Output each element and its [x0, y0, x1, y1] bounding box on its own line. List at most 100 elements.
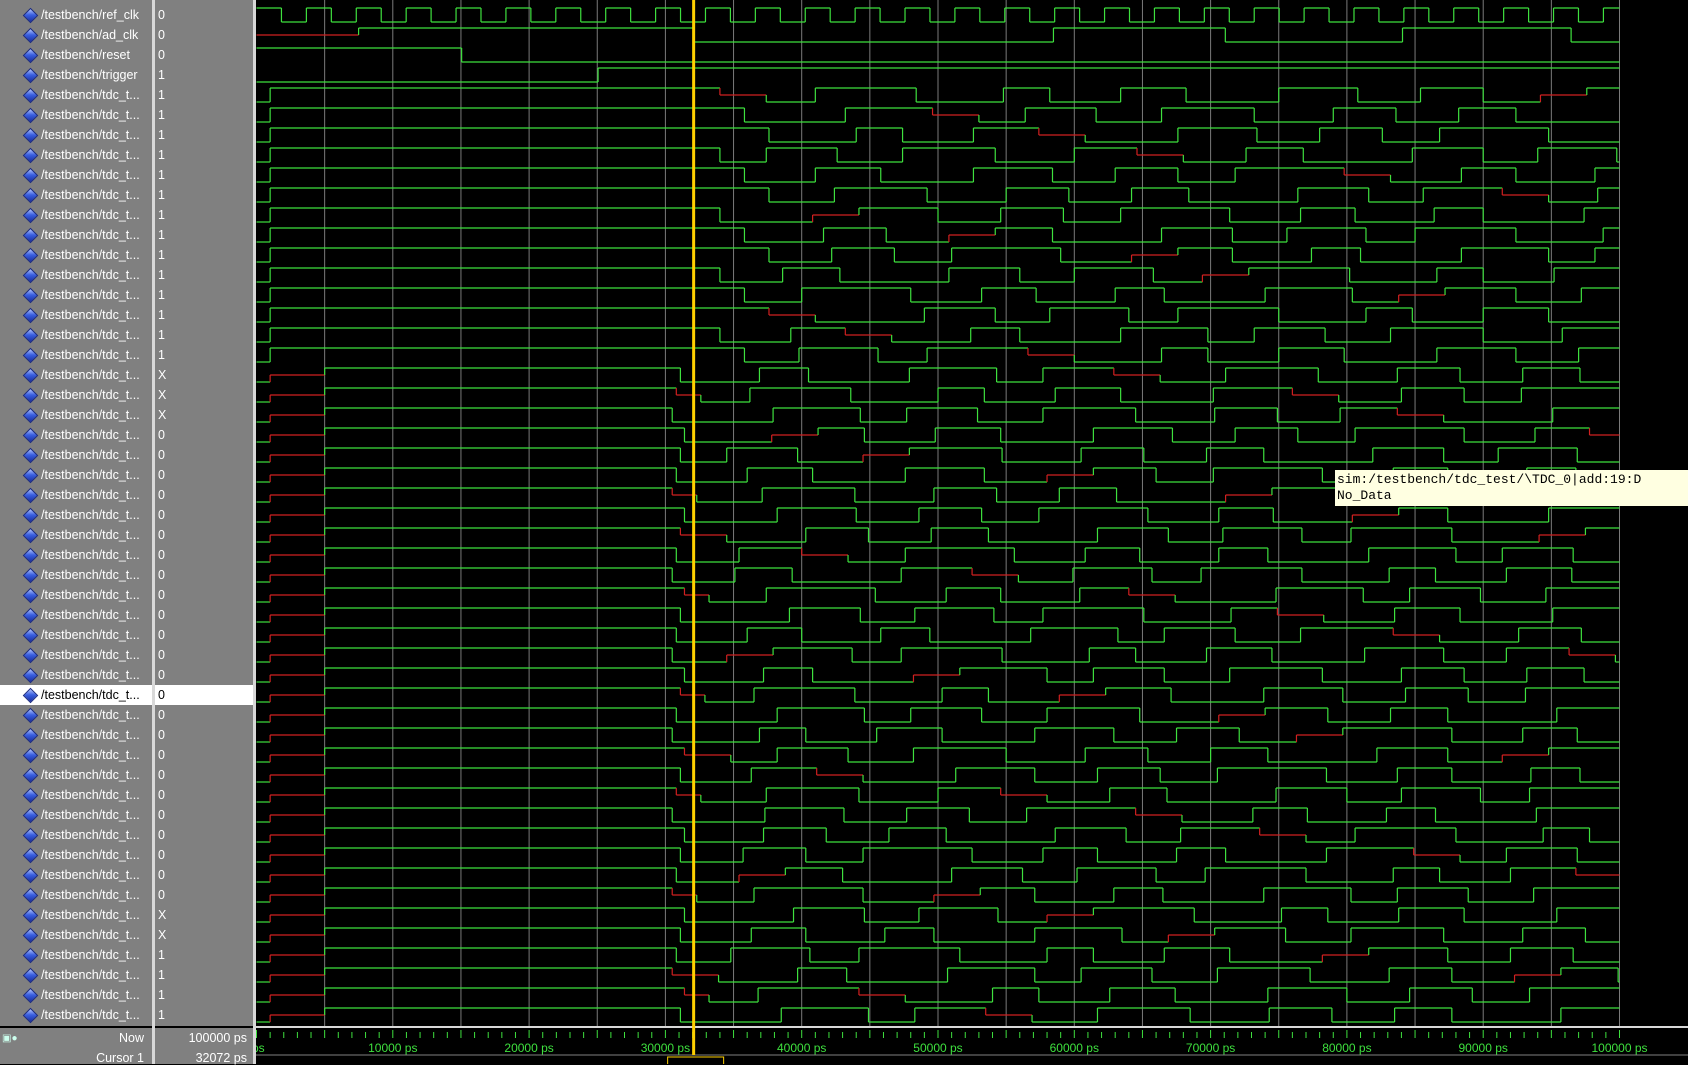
- signal-diamond-icon: [22, 947, 39, 964]
- signal-name-row[interactable]: /testbench/tdc_t...: [0, 345, 152, 365]
- signal-name-row[interactable]: /testbench/tdc_t...: [0, 425, 152, 445]
- signal-name-row[interactable]: /testbench/tdc_t...: [0, 665, 152, 685]
- signal-name-row[interactable]: /testbench/tdc_t...: [0, 605, 152, 625]
- signal-value: 0: [158, 868, 165, 882]
- signal-name-row[interactable]: /testbench/tdc_t...: [0, 925, 152, 945]
- signal-diamond-icon: [22, 487, 39, 504]
- signal-name-row[interactable]: /testbench/tdc_t...: [0, 705, 152, 725]
- signal-name-row[interactable]: /testbench/reset: [0, 45, 152, 65]
- signal-name-row[interactable]: /testbench/tdc_t...: [0, 905, 152, 925]
- signal-name-row[interactable]: /testbench/tdc_t...: [0, 745, 152, 765]
- signal-value: 1: [158, 308, 165, 322]
- signal-name-row[interactable]: /testbench/tdc_t...: [0, 545, 152, 565]
- signal-name-row[interactable]: /testbench/tdc_t...: [0, 685, 152, 705]
- signal-name-row[interactable]: /testbench/tdc_t...: [0, 1005, 152, 1025]
- signal-name: /testbench/tdc_t...: [41, 328, 140, 342]
- signal-value: 1: [158, 1008, 165, 1022]
- signal-name-row[interactable]: /testbench/tdc_t...: [0, 785, 152, 805]
- signal-name-row[interactable]: /testbench/tdc_t...: [0, 145, 152, 165]
- signal-name-row[interactable]: /testbench/tdc_t...: [0, 945, 152, 965]
- signal-name: /testbench/tdc_t...: [41, 848, 140, 862]
- signal-name-row[interactable]: /testbench/tdc_t...: [0, 105, 152, 125]
- signal-name-row[interactable]: /testbench/tdc_t...: [0, 265, 152, 285]
- signal-name: /testbench/tdc_t...: [41, 868, 140, 882]
- signal-name: /testbench/tdc_t...: [41, 908, 140, 922]
- signal-name: /testbench/tdc_t...: [41, 188, 140, 202]
- signal-name-row[interactable]: /testbench/tdc_t...: [0, 325, 152, 345]
- signal-name-row[interactable]: /testbench/tdc_t...: [0, 245, 152, 265]
- signal-value: 0: [158, 708, 165, 722]
- signal-diamond-icon: [22, 587, 39, 604]
- signal-value: 0: [158, 8, 165, 22]
- signal-name-row[interactable]: /testbench/tdc_t...: [0, 405, 152, 425]
- signal-value: 0: [158, 748, 165, 762]
- signal-name-row[interactable]: /testbench/tdc_t...: [0, 485, 152, 505]
- signal-name-row[interactable]: /testbench/tdc_t...: [0, 205, 152, 225]
- signal-name: /testbench/tdc_t...: [41, 928, 140, 942]
- signal-name-row[interactable]: /testbench/tdc_t...: [0, 985, 152, 1005]
- signal-name-row[interactable]: /testbench/tdc_t...: [0, 465, 152, 485]
- signal-name-row[interactable]: /testbench/tdc_t...: [0, 845, 152, 865]
- signal-name-row[interactable]: /testbench/tdc_t...: [0, 525, 152, 545]
- signal-name: /testbench/tdc_t...: [41, 548, 140, 562]
- signal-name-row[interactable]: /testbench/ad_clk: [0, 25, 152, 45]
- signal-name: /testbench/tdc_t...: [41, 668, 140, 682]
- signal-name-row[interactable]: /testbench/tdc_t...: [0, 965, 152, 985]
- signal-name-row[interactable]: /testbench/tdc_t...: [0, 125, 152, 145]
- signal-name-row[interactable]: /testbench/trigger: [0, 65, 152, 85]
- signal-name-row[interactable]: /testbench/tdc_t...: [0, 285, 152, 305]
- cursor-time-box: [667, 1056, 725, 1064]
- signal-name: /testbench/tdc_t...: [41, 368, 140, 382]
- signal-name: /testbench/tdc_t...: [41, 948, 140, 962]
- timeline-label: 90000 ps: [1459, 1041, 1508, 1055]
- signal-diamond-icon: [22, 787, 39, 804]
- signal-name: /testbench/ad_clk: [41, 28, 139, 42]
- signal-value: 1: [158, 188, 165, 202]
- signal-diamond-icon: [22, 567, 39, 584]
- signal-name-row[interactable]: /testbench/tdc_t...: [0, 365, 152, 385]
- signal-value: 1: [158, 948, 165, 962]
- signal-name-row[interactable]: /testbench/tdc_t...: [0, 805, 152, 825]
- signal-name: /testbench/tdc_t...: [41, 808, 140, 822]
- signal-name-row[interactable]: /testbench/tdc_t...: [0, 185, 152, 205]
- timeline-label: 20000 ps: [504, 1041, 553, 1055]
- signal-name-row[interactable]: /testbench/tdc_t...: [0, 225, 152, 245]
- signal-value: 0: [158, 888, 165, 902]
- signal-name: /testbench/tdc_t...: [41, 708, 140, 722]
- signal-diamond-icon: [22, 327, 39, 344]
- signal-name-row[interactable]: /testbench/tdc_t...: [0, 585, 152, 605]
- signal-name-row[interactable]: /testbench/tdc_t...: [0, 305, 152, 325]
- signal-name-row[interactable]: /testbench/tdc_t...: [0, 85, 152, 105]
- signal-value: 0: [155, 685, 253, 705]
- waveform-canvas[interactable]: 0 ps 10000 ps 20000 ps 30000 ps 40000 ps 5000…: [256, 0, 1688, 1064]
- signal-name-row[interactable]: /testbench/tdc_t...: [0, 385, 152, 405]
- signal-name: /testbench/tdc_t...: [41, 688, 140, 702]
- signal-name-row[interactable]: /testbench/ref_clk: [0, 5, 152, 25]
- now-row-label-cell: ▣● Now Cursor 1: [0, 1028, 152, 1065]
- timeline-label: 50000 ps: [913, 1041, 962, 1055]
- signal-name-row[interactable]: /testbench/tdc_t...: [0, 165, 152, 185]
- pane-splitter[interactable]: [152, 0, 155, 1064]
- signal-name-row[interactable]: /testbench/tdc_t...: [0, 865, 152, 885]
- signal-name-row[interactable]: /testbench/tdc_t...: [0, 505, 152, 525]
- signal-name-row[interactable]: /testbench/tdc_t...: [0, 885, 152, 905]
- signal-diamond-icon: [22, 707, 39, 724]
- cursor-label[interactable]: Cursor 1: [96, 1051, 144, 1065]
- signal-name-row[interactable]: /testbench/tdc_t...: [0, 565, 152, 585]
- signal-diamond-icon: [22, 887, 39, 904]
- signal-name-row[interactable]: /testbench/tdc_t...: [0, 825, 152, 845]
- toolbar-icons[interactable]: ▣●: [2, 1033, 18, 1044]
- signal-name-row[interactable]: /testbench/tdc_t...: [0, 445, 152, 465]
- signal-value: 0: [158, 728, 165, 742]
- signal-name-row[interactable]: /testbench/tdc_t...: [0, 625, 152, 645]
- signal-diamond-icon: [22, 347, 39, 364]
- signal-name-row[interactable]: /testbench/tdc_t...: [0, 645, 152, 665]
- signal-name-row[interactable]: /testbench/tdc_t...: [0, 725, 152, 745]
- signal-value: 1: [158, 148, 165, 162]
- signal-tooltip: sim:/testbench/tdc_test/\TDC_0|add:19:D N…: [1335, 470, 1688, 506]
- signal-diamond-icon: [22, 227, 39, 244]
- signal-value: 0: [158, 508, 165, 522]
- signal-name-row[interactable]: /testbench/tdc_t...: [0, 765, 152, 785]
- signal-diamond-icon: [22, 807, 39, 824]
- timeline-label: 100000 ps: [1591, 1041, 1647, 1055]
